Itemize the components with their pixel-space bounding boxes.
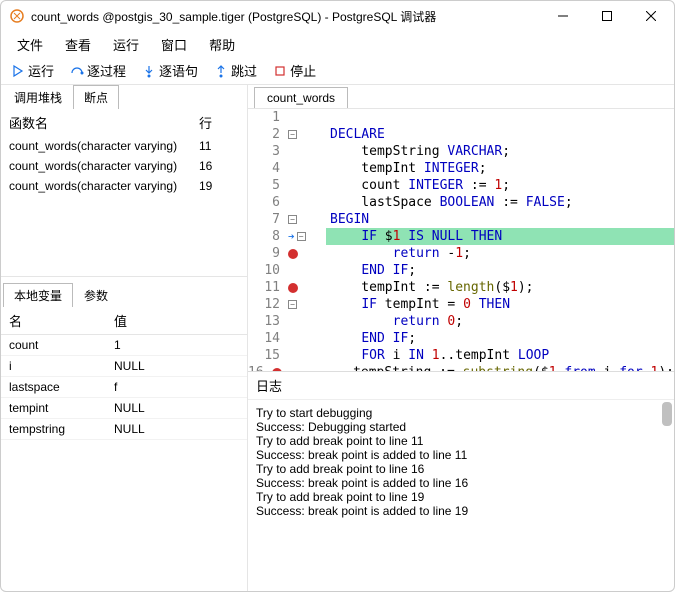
log-tab[interactable]: 日志: [248, 372, 674, 400]
col-value: 值: [114, 311, 127, 330]
tab-callstack[interactable]: 调用堆栈: [3, 85, 73, 109]
step-over-button[interactable]: 逐过程: [64, 59, 132, 82]
log-line: Try to start debugging: [256, 406, 666, 420]
variable-row[interactable]: lastspacef: [1, 377, 247, 398]
code-line[interactable]: 16 tempString := substring($1 from i for…: [248, 364, 674, 371]
fold-icon[interactable]: −: [288, 215, 297, 224]
breakpoint-icon[interactable]: [288, 283, 298, 293]
variables-table: 名值 count1iNULLlastspaceftempintNULLtemps…: [1, 307, 247, 591]
log-body[interactable]: Try to start debuggingSuccess: Debugging…: [248, 400, 674, 591]
log-line: Success: Debugging started: [256, 420, 666, 434]
stop-button[interactable]: 停止: [267, 59, 322, 82]
stop-icon: [273, 64, 287, 78]
code-line[interactable]: 15 FOR i IN 1..tempInt LOOP: [248, 347, 674, 364]
callstack-row[interactable]: count_words(character varying)11: [1, 136, 247, 156]
title-bar: count_words @postgis_30_sample.tiger (Po…: [1, 1, 674, 31]
col-func: 函数名: [9, 113, 199, 132]
menu-window[interactable]: 窗口: [151, 32, 197, 57]
code-line[interactable]: 8➔− IF $1 IS NULL THEN: [248, 228, 674, 245]
code-line[interactable]: 9 return -1;: [248, 245, 674, 262]
tab-params[interactable]: 参数: [73, 283, 119, 307]
file-tab[interactable]: count_words: [254, 87, 348, 108]
fold-icon[interactable]: −: [288, 130, 297, 139]
step-into-icon: [142, 64, 156, 78]
log-line: Try to add break point to line 11: [256, 434, 666, 448]
breakpoint-icon[interactable]: [272, 368, 282, 372]
log-panel: 日志 Try to start debuggingSuccess: Debugg…: [248, 371, 674, 591]
col-line: 行: [199, 113, 239, 132]
tab-locals[interactable]: 本地变量: [3, 283, 73, 307]
callstack-row[interactable]: count_words(character varying)16: [1, 156, 247, 176]
fold-icon[interactable]: −: [297, 232, 306, 241]
variable-row[interactable]: count1: [1, 335, 247, 356]
variable-row[interactable]: iNULL: [1, 356, 247, 377]
window-title: count_words @postgis_30_sample.tiger (Po…: [31, 8, 548, 25]
code-line[interactable]: 14 END IF;: [248, 330, 674, 347]
current-line-arrow-icon: ➔: [288, 228, 295, 245]
log-line: Success: break point is added to line 19: [256, 504, 666, 518]
right-panel: count_words 12−DECLARE3 tempString VARCH…: [248, 85, 674, 591]
tab-breakpoints[interactable]: 断点: [73, 85, 119, 109]
menu-view[interactable]: 查看: [55, 32, 101, 57]
menu-help[interactable]: 帮助: [199, 32, 245, 57]
code-line[interactable]: 11 tempInt := length($1);: [248, 279, 674, 296]
menu-file[interactable]: 文件: [7, 32, 53, 57]
callstack-table: 函数名行 count_words(character varying)11cou…: [1, 109, 247, 277]
left-tabs: 调用堆栈 断点: [1, 85, 247, 109]
fold-icon[interactable]: −: [288, 300, 297, 309]
var-tabs: 本地变量 参数: [1, 283, 247, 307]
app-icon: [9, 8, 25, 24]
step-out-button[interactable]: 跳过: [208, 59, 263, 82]
editor-tabs: count_words: [248, 85, 674, 109]
minimize-button[interactable]: [548, 4, 578, 28]
step-over-icon: [70, 64, 84, 78]
log-line: Try to add break point to line 16: [256, 462, 666, 476]
step-out-icon: [214, 64, 228, 78]
callstack-row[interactable]: count_words(character varying)19: [1, 176, 247, 196]
toolbar: 运行 逐过程 逐语句 跳过 停止: [1, 57, 674, 85]
left-panel: 调用堆栈 断点 函数名行 count_words(character varyi…: [1, 85, 248, 591]
log-scroll-thumb[interactable]: [662, 402, 672, 426]
variable-row[interactable]: tempstringNULL: [1, 419, 247, 440]
code-line[interactable]: 6 lastSpace BOOLEAN := FALSE;: [248, 194, 674, 211]
code-editor[interactable]: 12−DECLARE3 tempString VARCHAR;4 tempInt…: [248, 109, 674, 371]
step-into-button[interactable]: 逐语句: [136, 59, 204, 82]
log-line: Success: break point is added to line 16: [256, 476, 666, 490]
log-scrollbar[interactable]: [662, 402, 672, 589]
play-icon: [11, 64, 25, 78]
variable-row[interactable]: tempintNULL: [1, 398, 247, 419]
menu-run[interactable]: 运行: [103, 32, 149, 57]
code-line[interactable]: 4 tempInt INTEGER;: [248, 160, 674, 177]
run-button[interactable]: 运行: [5, 59, 60, 82]
col-name: 名: [9, 311, 114, 330]
log-line: Success: break point is added to line 11: [256, 448, 666, 462]
code-line[interactable]: 10 END IF;: [248, 262, 674, 279]
code-line[interactable]: 5 count INTEGER := 1;: [248, 177, 674, 194]
code-line[interactable]: 3 tempString VARCHAR;: [248, 143, 674, 160]
code-line[interactable]: 12− IF tempInt = 0 THEN: [248, 296, 674, 313]
log-line: Try to add break point to line 19: [256, 490, 666, 504]
menu-bar: 文件 查看 运行 窗口 帮助: [1, 31, 674, 57]
code-line[interactable]: 7−BEGIN: [248, 211, 674, 228]
close-button[interactable]: [636, 4, 666, 28]
code-line[interactable]: 13 return 0;: [248, 313, 674, 330]
breakpoint-icon[interactable]: [288, 249, 298, 259]
code-line[interactable]: 1: [248, 109, 674, 126]
maximize-button[interactable]: [592, 4, 622, 28]
code-line[interactable]: 2−DECLARE: [248, 126, 674, 143]
